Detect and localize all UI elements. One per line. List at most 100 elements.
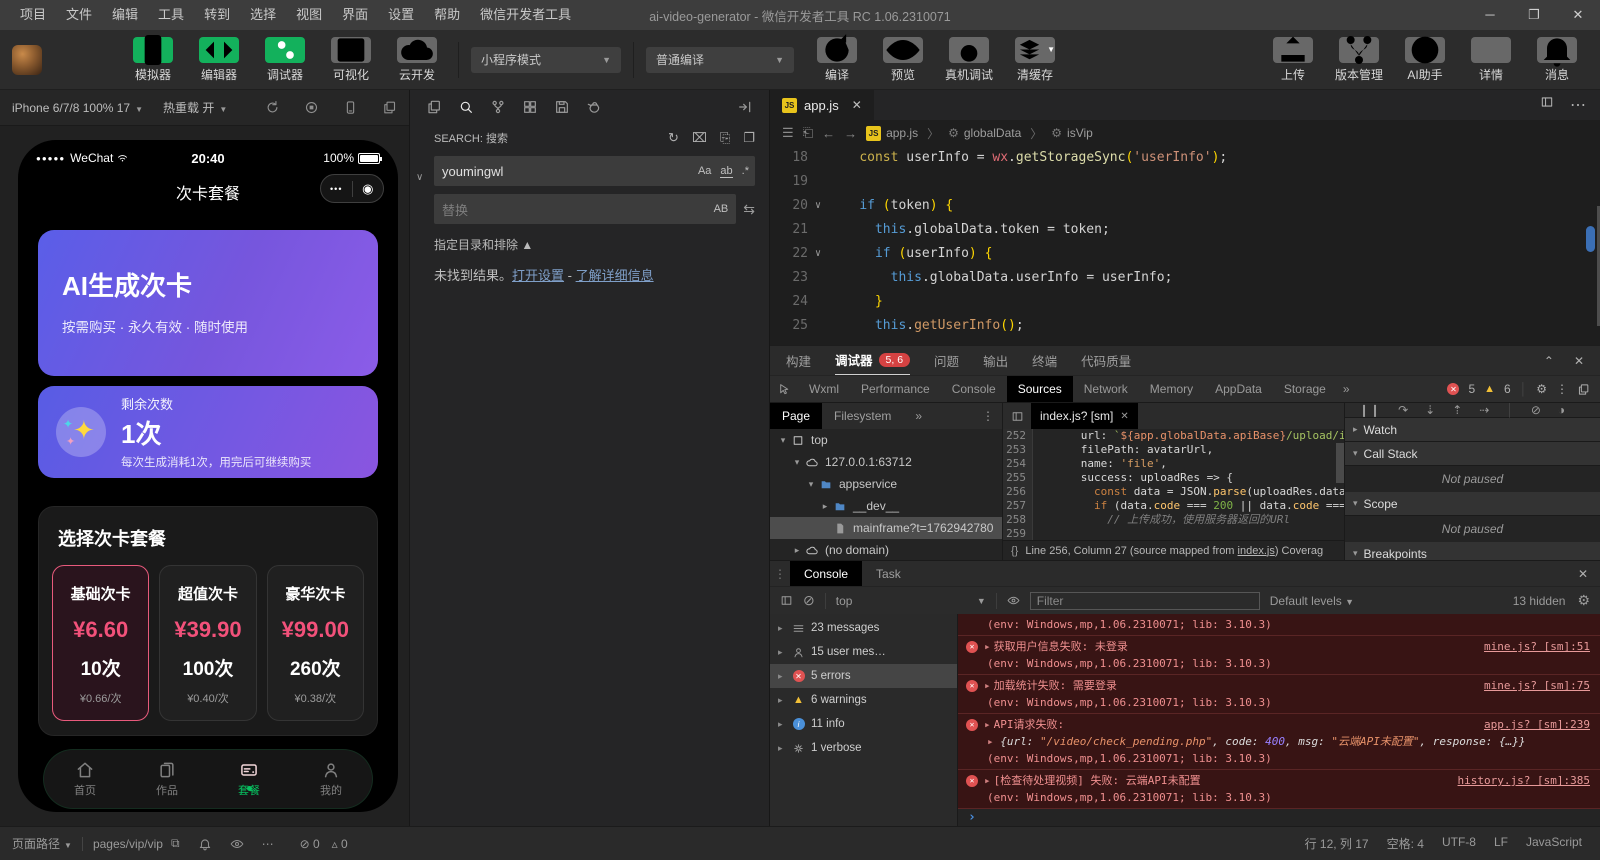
status-LF[interactable]: LF: [1494, 835, 1508, 852]
package-豪华次卡[interactable]: 豪华次卡¥99.00260次¥0.38/次: [267, 565, 364, 721]
panel-tab-问题[interactable]: 问题: [934, 346, 959, 376]
step-icon[interactable]: ⇢: [1479, 403, 1489, 417]
code-area[interactable]: 18 const userInfo = wx.getStorageSync('u…: [770, 146, 1600, 345]
devtools-tab-Memory[interactable]: Memory: [1139, 376, 1204, 403]
preview-icon[interactable]: [230, 837, 244, 851]
mode-button-编辑器[interactable]: 编辑器: [190, 37, 248, 83]
code-line-19[interactable]: 19: [770, 170, 1600, 194]
package-基础次卡[interactable]: 基础次卡¥6.6010次¥0.66/次: [52, 565, 149, 721]
breadcrumb-symbol[interactable]: ⚙globalData: [948, 126, 1021, 140]
match-case-toggle[interactable]: Aa: [698, 165, 711, 178]
tree-more-tabs[interactable]: »: [903, 403, 934, 429]
maximize-button[interactable]: ❐: [1512, 0, 1556, 30]
dir-exclude-toggle[interactable]: 指定目录和排除 ▲: [434, 236, 755, 253]
tab-filesystem[interactable]: Filesystem: [822, 403, 903, 429]
code-line-24[interactable]: 24 }: [770, 290, 1600, 314]
device-select[interactable]: iPhone 6/7/8 100% 17▼: [12, 101, 143, 115]
extensions-icon[interactable]: [522, 99, 538, 115]
mode-button-云开发[interactable]: 云开发: [388, 37, 446, 83]
tab-indexjs[interactable]: index.js? [sm]✕: [1031, 403, 1138, 429]
mapped-file-link[interactable]: index.js: [1238, 545, 1275, 557]
menu-编辑[interactable]: 编辑: [102, 0, 148, 30]
source-line-258[interactable]: 258 // 上传成功，使用服务器返回的URl: [1003, 513, 1344, 527]
outline-icon[interactable]: ☰: [782, 125, 794, 141]
code-line-18[interactable]: 18 const userInfo = wx.getStorageSync('u…: [770, 146, 1600, 170]
console-message[interactable]: (env: Windows,mp,1.06.2310071; lib: 3.10…: [958, 614, 1600, 636]
tabbar-item-我的[interactable]: 我的: [290, 750, 372, 808]
tab-page[interactable]: Page: [770, 403, 822, 429]
tab-appjs[interactable]: JS app.js ✕: [770, 90, 874, 120]
regex-toggle[interactable]: .*: [742, 165, 749, 178]
close-console-icon[interactable]: ✕: [1578, 567, 1588, 581]
source-line-254[interactable]: 254 name: 'file',: [1003, 457, 1344, 471]
source-line-255[interactable]: 255 success: uploadRes => {: [1003, 471, 1344, 485]
step-into-icon[interactable]: ⇣: [1425, 403, 1435, 417]
refresh-search-icon[interactable]: ↻: [668, 130, 679, 146]
console-sidebar-icon[interactable]: [780, 594, 793, 607]
menu-文件[interactable]: 文件: [56, 0, 102, 30]
problem-errors[interactable]: ⊘ 0: [300, 837, 320, 851]
debug-section-Watch[interactable]: ▸Watch: [1345, 418, 1600, 442]
problem-warnings[interactable]: ▵ 0: [332, 837, 348, 851]
tree-node-127.0.0.1:63712[interactable]: ▾127.0.0.1:63712: [770, 451, 1002, 473]
hot-reload-toggle[interactable]: 热重载 开▼: [163, 99, 227, 116]
menu-帮助[interactable]: 帮助: [424, 0, 470, 30]
filter-input[interactable]: Filter: [1030, 592, 1260, 610]
tree-node-__dev__[interactable]: ▸__dev__: [770, 495, 1002, 517]
source-line-252[interactable]: 252 url: `${app.globalData.apiBase}/uplo…: [1003, 429, 1344, 443]
drag-handle-icon[interactable]: ⋮: [770, 567, 790, 581]
right-button-AI助手[interactable]: AI助手: [1396, 37, 1454, 83]
console-settings-icon[interactable]: ⚙: [1577, 592, 1590, 609]
capsule-menu[interactable]: ••• ◉: [320, 174, 384, 203]
context-select[interactable]: top▼: [836, 594, 986, 608]
page-path-select[interactable]: 页面路径▼: [12, 835, 72, 852]
mode-button-调试器[interactable]: 调试器: [256, 37, 314, 83]
tabbar-item-首页[interactable]: 首页: [44, 750, 126, 808]
compile-mode-select[interactable]: 普通编译▼: [646, 47, 794, 73]
stop-icon[interactable]: [304, 100, 319, 115]
step-over-icon[interactable]: ↷: [1398, 403, 1408, 417]
action-button-编译[interactable]: 编译: [808, 37, 866, 83]
panel-tab-代码质量[interactable]: 代码质量: [1081, 346, 1131, 376]
console-filter-15 user mes…[interactable]: ▸15 user mes…: [770, 640, 957, 664]
levels-select[interactable]: Default levels ▼: [1270, 594, 1354, 608]
search-icon[interactable]: [458, 99, 474, 115]
tree-node-appservice[interactable]: ▾appservice: [770, 473, 1002, 495]
debug-section-Call Stack[interactable]: ▾Call Stack: [1345, 442, 1600, 466]
right-button-版本管理[interactable]: 版本管理: [1330, 37, 1388, 83]
source-code[interactable]: 252 url: `${app.globalData.apiBase}/uplo…: [1003, 429, 1344, 540]
panel-tab-构建[interactable]: 构建: [786, 346, 811, 376]
status--4[interactable]: 空格: 4: [1387, 835, 1424, 852]
devtools-more-icon[interactable]: ⋮: [1556, 382, 1568, 396]
close-tab-icon[interactable]: ✕: [852, 98, 862, 112]
tree-node-mainframe?t=1762942780[interactable]: mainframe?t=1762942780: [770, 517, 1002, 539]
toggle-replace-icon[interactable]: ∨: [416, 172, 423, 183]
current-page-path[interactable]: pages/vip/vip: [93, 837, 163, 851]
learn-more-link[interactable]: 了解详细信息: [576, 268, 654, 283]
status--12-17[interactable]: 行 12, 列 17: [1305, 835, 1369, 852]
split-editor-icon[interactable]: [1540, 95, 1554, 109]
menu-选择[interactable]: 选择: [240, 0, 286, 30]
source-link[interactable]: mine.js? [sm]:51: [1484, 638, 1590, 655]
open-search-editor-icon[interactable]: ⎘: [720, 130, 730, 146]
panel-tab-调试器[interactable]: 调试器5, 6: [835, 346, 910, 376]
console-prompt[interactable]: ›: [958, 809, 1600, 826]
collapse-panel-icon[interactable]: ⌃: [1544, 354, 1554, 368]
status-UTF-8[interactable]: UTF-8: [1442, 835, 1476, 852]
source-control-icon[interactable]: [490, 99, 506, 115]
source-line-256[interactable]: 256 const data = JSON.parse(uploadRes.da…: [1003, 485, 1344, 499]
breadcrumb-member[interactable]: ⚙isVip: [1051, 126, 1093, 140]
more-tabs-icon[interactable]: »: [1337, 382, 1356, 396]
clear-console-icon[interactable]: ⊘: [803, 592, 815, 609]
source-scrollbar[interactable]: [1336, 443, 1344, 483]
close-button[interactable]: ✕: [1556, 0, 1600, 30]
right-button-上传[interactable]: 上传: [1264, 37, 1322, 83]
minimize-capsule-icon[interactable]: ◉: [353, 181, 384, 197]
console-filter-5 errors[interactable]: ▸✕5 errors: [770, 664, 957, 688]
devtools-tab-Storage[interactable]: Storage: [1273, 376, 1337, 403]
tab-console[interactable]: Console: [790, 561, 862, 587]
devtools-tab-Sources[interactable]: Sources: [1007, 376, 1073, 403]
mode-button-模拟器[interactable]: 模拟器: [124, 37, 182, 83]
source-link[interactable]: app.js? [sm]:239: [1484, 716, 1590, 733]
scheme-select[interactable]: 小程序模式▼: [471, 47, 621, 73]
